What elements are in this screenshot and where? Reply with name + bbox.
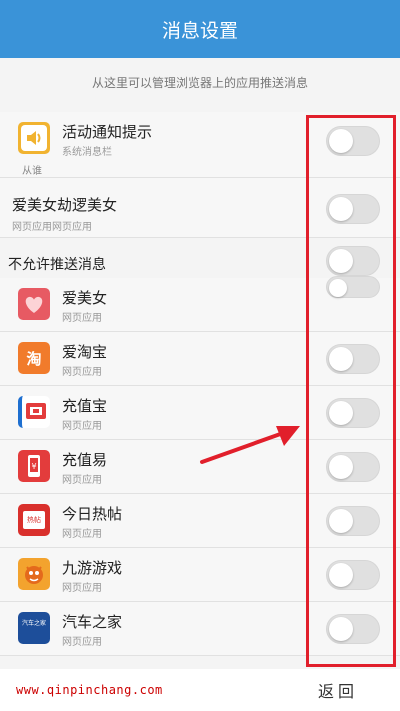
game-character-icon	[18, 558, 50, 590]
toggle-switch[interactable]	[326, 126, 380, 156]
list-item-beauty[interactable]: 爱美女劫逻美女 网页应用网页应用	[0, 178, 400, 238]
item-title: 充值易	[62, 451, 108, 469]
app-header: 消息设置	[0, 0, 400, 58]
redbox-icon: 热帖	[18, 504, 50, 536]
item-subtitle: 网页应用	[62, 475, 102, 486]
list-item-jinrireitie[interactable]: 热帖 今日热帖 网页应用	[0, 494, 400, 548]
watermark-url: www.qinpinchang.com	[16, 683, 163, 697]
toggle-switch[interactable]	[326, 276, 380, 298]
toggle-knob	[329, 401, 353, 425]
footer-bar: www.qinpinchang.com 返回	[0, 669, 400, 711]
list-item-aimeinv[interactable]: 爱美女 网页应用	[0, 276, 400, 332]
item-subtitle: 网页应用网页应用	[12, 222, 92, 233]
toggle-knob	[329, 197, 353, 221]
toggle-switch[interactable]	[326, 344, 380, 374]
list-item-jiuyou[interactable]: 九游游戏 网页应用	[0, 548, 400, 602]
item-title: 九游游戏	[62, 559, 123, 577]
list-item-activity-notice[interactable]: 活动通知提示 系统消息栏 从谁	[0, 112, 400, 178]
list-item-chongzhibao[interactable]: 充值宝 网页应用	[0, 386, 400, 440]
taobao-icon-text: 淘	[26, 349, 42, 368]
car-icon-text: 汽车之家	[21, 620, 46, 627]
item-title: 爱美女劫逻美女	[12, 196, 118, 214]
heart-icon	[18, 288, 50, 320]
item-subtitle: 网页应用	[62, 313, 102, 324]
toggle-switch[interactable]	[326, 246, 380, 276]
toggle-switch[interactable]	[326, 614, 380, 644]
list-item-chongzhiyi[interactable]: ¥ 充值易 网页应用	[0, 440, 400, 494]
hot-icon-text: 热帖	[27, 516, 41, 524]
toggle-knob	[329, 347, 353, 371]
toggle-switch[interactable]	[326, 398, 380, 428]
toggle-knob	[329, 249, 353, 273]
item-subtitle: 网页应用	[62, 367, 102, 378]
settings-list: 活动通知提示 系统消息栏 从谁 爱美女劫逻美女 网页应用网页应用 不允许推送消息…	[0, 112, 400, 656]
item-title: 活动通知提示	[62, 123, 153, 141]
item-subtitle: 网页应用	[62, 637, 102, 648]
toggle-knob	[329, 563, 353, 587]
speaker-icon	[18, 122, 50, 154]
screen-icon	[18, 396, 50, 428]
item-note: 从谁	[22, 166, 42, 177]
toggle-knob	[329, 509, 353, 533]
item-title: 充值宝	[62, 397, 108, 415]
car-home-icon: 汽车之家	[18, 612, 50, 644]
toggle-switch[interactable]	[326, 452, 380, 482]
section-title: 不允许推送消息	[8, 257, 106, 273]
item-subtitle: 系统消息栏	[62, 147, 112, 158]
item-subtitle: 网页应用	[62, 529, 102, 540]
toggle-knob	[329, 279, 347, 297]
toggle-knob	[329, 455, 353, 479]
item-title: 汽车之家	[62, 613, 123, 631]
item-title: 今日热帖	[62, 505, 123, 523]
toggle-switch[interactable]	[326, 560, 380, 590]
item-subtitle: 网页应用	[62, 583, 102, 594]
toggle-switch[interactable]	[326, 194, 380, 224]
item-title: 爱淘宝	[62, 343, 108, 361]
list-item-aitaobao[interactable]: 淘 爱淘宝 网页应用	[0, 332, 400, 386]
back-button[interactable]: 返回	[318, 678, 358, 702]
toggle-knob	[329, 617, 353, 641]
toggle-knob	[329, 129, 353, 153]
toggle-switch[interactable]	[326, 506, 380, 536]
list-item-qichezhijia[interactable]: 汽车之家 汽车之家 网页应用	[0, 602, 400, 656]
item-title: 爱美女	[62, 289, 108, 307]
phone-yen-icon: ¥	[18, 450, 50, 482]
page-title: 消息设置	[161, 19, 238, 42]
subtitle: 从这里可以管理浏览器上的应用推送消息	[91, 76, 308, 90]
section-header: 不允许推送消息	[0, 238, 400, 278]
taobao-icon: 淘	[18, 342, 50, 374]
svg-text:¥: ¥	[31, 462, 36, 471]
item-subtitle: 网页应用	[62, 421, 102, 432]
